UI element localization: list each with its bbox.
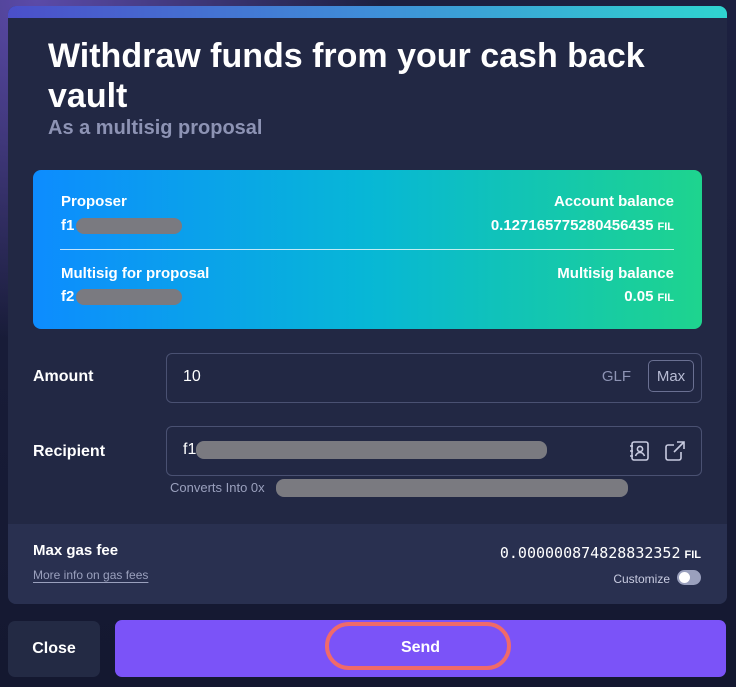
address-book-icon[interactable] [629, 440, 651, 462]
multisig-balance-value: 0.05 FIL [624, 288, 674, 305]
gas-fee-value: 0.000000874828832352 FIL [499, 544, 701, 562]
amount-value[interactable]: 10 [183, 368, 201, 386]
customize-toggle-knob [679, 572, 690, 583]
multisig-address: f2 [61, 288, 75, 305]
gas-fee-label: Max gas fee [33, 542, 119, 559]
modal-accent-bar [8, 6, 727, 18]
gas-fee-section: Max gas fee More info on gas fees 0.0000… [8, 524, 727, 604]
modal-subtitle: As a multisig proposal [48, 117, 263, 139]
customize-toggle[interactable] [677, 570, 701, 585]
gas-info-link[interactable]: More info on gas fees [33, 568, 148, 582]
amount-label: Amount [33, 368, 94, 385]
account-balance-value: 0.127165775280456435 FIL [490, 217, 674, 234]
proposer-address-redaction [76, 218, 182, 234]
close-button[interactable]: Close [8, 621, 100, 677]
multisig-balance-label: Multisig balance [557, 265, 674, 282]
amount-input[interactable]: 10 GLF Max [166, 353, 702, 403]
converts-address-redaction [276, 479, 628, 497]
proposer-address: f1 [61, 217, 75, 234]
info-card: Proposer f1 Account balance 0.1271657752… [33, 170, 702, 329]
recipient-converts-hint: Converts Into 0x [170, 480, 265, 495]
withdraw-modal: Withdraw funds from your cash back vault… [8, 6, 727, 604]
amount-unit: GLF [601, 368, 631, 385]
recipient-input[interactable]: f1 [166, 426, 702, 476]
card-divider [60, 249, 674, 250]
recipient-address-redaction [196, 441, 547, 459]
modal-title: Withdraw funds from your cash back vault [48, 37, 645, 115]
recipient-address[interactable]: f1 [183, 441, 196, 459]
send-button[interactable]: Send [115, 620, 726, 677]
max-button[interactable]: Max [648, 360, 694, 392]
multisig-address-redaction [76, 289, 182, 305]
proposer-label: Proposer [61, 193, 127, 210]
account-balance-label: Account balance [553, 193, 674, 210]
customize-label: Customize [613, 572, 670, 586]
multisig-label: Multisig for proposal [61, 265, 210, 282]
send-button-label: Send [400, 639, 441, 656]
external-link-icon[interactable] [664, 440, 686, 462]
recipient-label: Recipient [33, 443, 106, 460]
